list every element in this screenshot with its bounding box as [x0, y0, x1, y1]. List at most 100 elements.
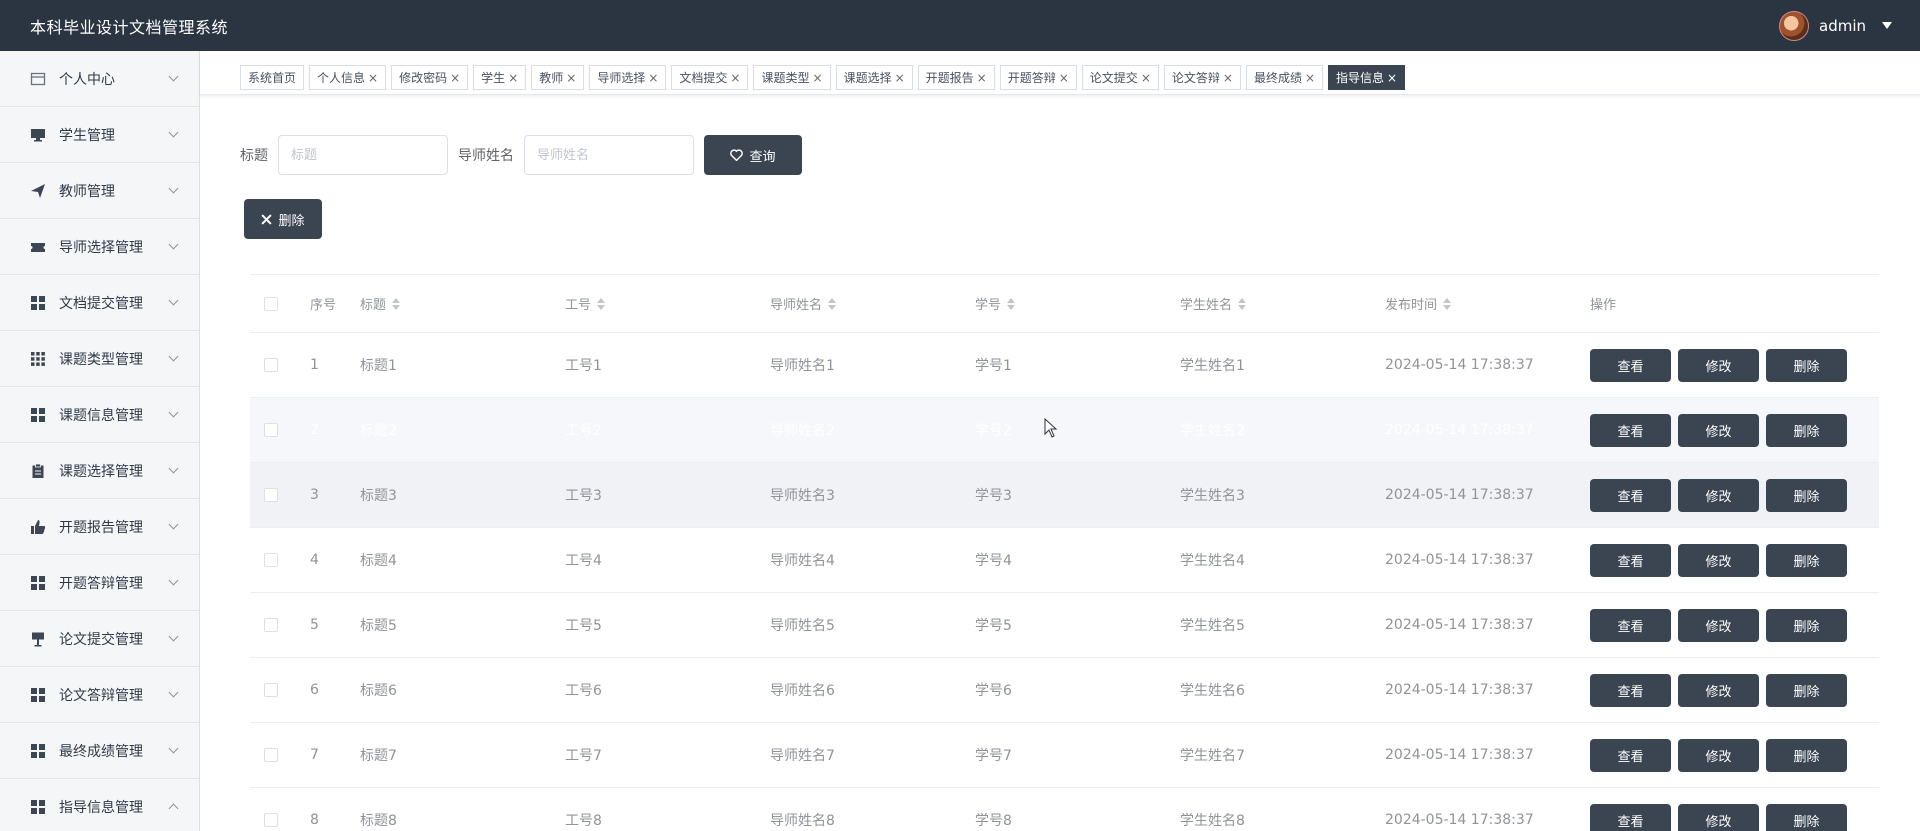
title-input[interactable]	[278, 135, 448, 175]
table-row[interactable]: 6 标题6 工号6 导师姓名6 学号6 学生姓名6 2024-05-14 17:38:37 查…	[250, 658, 1879, 723]
delete-button[interactable]: 删除	[1766, 543, 1847, 577]
table-row[interactable]: 3 标题3 工号3 导师姓名3 学号3 学生姓名3 2024-05-14 17:38:37 查…	[250, 463, 1879, 528]
tab-item[interactable]: 修改密码 ×	[391, 65, 469, 90]
column-header[interactable]: 标题	[360, 275, 401, 332]
sort-icon[interactable]	[1007, 297, 1016, 310]
batch-delete-button[interactable]: 删除	[244, 199, 322, 239]
view-button[interactable]: 查看	[1590, 348, 1671, 382]
sidebar-item[interactable]: 论文答辩管理	[0, 667, 199, 723]
table-row[interactable]: 5 标题5 工号5 导师姓名5 学号5 学生姓名5 2024-05-14 17:38:37 查…	[250, 593, 1879, 658]
tab-close-icon[interactable]: ×	[730, 71, 740, 85]
delete-button[interactable]: 删除	[1766, 673, 1847, 707]
sort-icon[interactable]	[828, 297, 837, 310]
edit-button[interactable]: 修改	[1678, 543, 1759, 577]
view-button[interactable]: 查看	[1590, 413, 1671, 447]
delete-button[interactable]: 删除	[1766, 608, 1847, 642]
sidebar-item[interactable]: 文档提交管理	[0, 275, 199, 331]
sidebar-item[interactable]: 课题类型管理	[0, 331, 199, 387]
column-header[interactable]: 工号	[565, 275, 606, 332]
user-menu[interactable]: admin	[1779, 10, 1892, 41]
tab-close-icon[interactable]: ×	[450, 71, 460, 85]
tab-close-icon[interactable]: ×	[368, 71, 378, 85]
view-button[interactable]: 查看	[1590, 738, 1671, 772]
row-checkbox[interactable]	[264, 423, 278, 437]
column-header[interactable]: 发布时间	[1385, 275, 1452, 332]
view-button[interactable]: 查看	[1590, 673, 1671, 707]
teacher-name-input[interactable]	[524, 135, 694, 175]
tab-item[interactable]: 学生 ×	[473, 65, 527, 90]
delete-button[interactable]: 删除	[1766, 803, 1847, 831]
table-row[interactable]: 4 标题4 工号4 导师姓名4 学号4 学生姓名4 2024-05-14 17:38:37 查…	[250, 528, 1879, 593]
tab-item[interactable]: 文档提交 ×	[671, 65, 749, 90]
tab-close-icon[interactable]: ×	[1223, 71, 1233, 85]
view-button[interactable]: 查看	[1590, 478, 1671, 512]
sidebar-item[interactable]: 指导信息管理	[0, 779, 199, 831]
tab-close-icon[interactable]: ×	[648, 71, 658, 85]
tab-item[interactable]: 论文提交 ×	[1081, 65, 1159, 90]
edit-button[interactable]: 修改	[1678, 803, 1759, 831]
row-checkbox[interactable]	[264, 358, 278, 372]
tab-item[interactable]: 最终成绩 ×	[1245, 65, 1324, 90]
column-header[interactable]: 学号	[975, 275, 1016, 332]
tab-item[interactable]: 论文答辩 ×	[1163, 65, 1241, 90]
sidebar-item[interactable]: 最终成绩管理	[0, 723, 199, 779]
tab-close-icon[interactable]: ×	[977, 71, 987, 85]
table-row[interactable]: 7 标题7 工号7 导师姓名7 学号7 学生姓名7 2024-05-14 17:38:37 查…	[250, 723, 1879, 788]
edit-button[interactable]: 修改	[1678, 608, 1759, 642]
table-row[interactable]: 8 标题8 工号8 导师姓名8 学号8 学生姓名8 2024-05-14 17:38:37 查…	[250, 788, 1879, 831]
tab-item[interactable]: 开题答辩 ×	[999, 65, 1077, 90]
delete-button[interactable]: 删除	[1766, 738, 1847, 772]
table-row[interactable]: 2 标题2 工号2 导师姓名2 学号2 学生姓名2 2024-05-14 17:38:37 查…	[250, 398, 1879, 463]
column-header[interactable]: 学生姓名	[1180, 275, 1247, 332]
view-button[interactable]: 查看	[1590, 803, 1671, 831]
edit-button[interactable]: 修改	[1678, 348, 1759, 382]
delete-button[interactable]: 删除	[1766, 478, 1847, 512]
username[interactable]: admin	[1819, 17, 1866, 35]
row-checkbox[interactable]	[264, 813, 278, 827]
view-button[interactable]: 查看	[1590, 608, 1671, 642]
row-checkbox[interactable]	[264, 748, 278, 762]
sidebar-item[interactable]: 个人中心	[0, 51, 199, 107]
tab-close-icon[interactable]: ×	[1305, 71, 1315, 85]
sidebar-item[interactable]: 论文提交管理	[0, 611, 199, 667]
view-button[interactable]: 查看	[1590, 543, 1671, 577]
tab-item[interactable]: 教师 ×	[531, 65, 585, 90]
sidebar-item[interactable]: 导师选择管理	[0, 219, 199, 275]
table-row[interactable]: 1 标题1 工号1 导师姓名1 学号1 学生姓名1 2024-05-14 17:38:37 查…	[250, 333, 1879, 398]
query-button[interactable]: 查询	[704, 135, 802, 175]
sidebar-item[interactable]: 开题答辩管理	[0, 555, 199, 611]
tab-item[interactable]: 系统首页	[240, 65, 305, 90]
row-checkbox[interactable]	[264, 618, 278, 632]
tab-item[interactable]: 指导信息 ×	[1328, 65, 1406, 90]
delete-button[interactable]: 删除	[1766, 348, 1847, 382]
tab-close-icon[interactable]: ×	[813, 71, 823, 85]
sort-icon[interactable]	[392, 297, 401, 310]
edit-button[interactable]: 修改	[1678, 478, 1759, 512]
delete-button[interactable]: 删除	[1766, 413, 1847, 447]
avatar[interactable]	[1779, 10, 1809, 41]
sort-icon[interactable]	[1238, 297, 1247, 310]
edit-button[interactable]: 修改	[1678, 413, 1759, 447]
sidebar-item[interactable]: 学生管理	[0, 107, 199, 163]
tab-close-icon[interactable]: ×	[508, 71, 518, 85]
tab-item[interactable]: 导师选择 ×	[589, 65, 667, 90]
tab-close-icon[interactable]: ×	[566, 71, 576, 85]
tab-close-icon[interactable]: ×	[1059, 71, 1069, 85]
sort-icon[interactable]	[1443, 297, 1452, 310]
sort-icon[interactable]	[597, 297, 606, 310]
sidebar-item[interactable]: 课题信息管理	[0, 387, 199, 443]
sidebar-item[interactable]: 课题选择管理	[0, 443, 199, 499]
tab-close-icon[interactable]: ×	[895, 71, 905, 85]
tab-item[interactable]: 课题选择 ×	[835, 65, 913, 90]
edit-button[interactable]: 修改	[1678, 738, 1759, 772]
caret-down-icon[interactable]	[1882, 22, 1892, 29]
tab-close-icon[interactable]: ×	[1387, 71, 1397, 85]
tab-item[interactable]: 课题类型 ×	[753, 65, 831, 90]
row-checkbox[interactable]	[264, 488, 278, 502]
sidebar-item[interactable]: 开题报告管理	[0, 499, 199, 555]
tab-item[interactable]: 开题报告 ×	[917, 65, 995, 90]
sidebar-item[interactable]: 教师管理	[0, 163, 199, 219]
tab-item[interactable]: 个人信息 ×	[309, 65, 387, 90]
tab-close-icon[interactable]: ×	[1141, 71, 1151, 85]
row-checkbox[interactable]	[264, 553, 278, 567]
